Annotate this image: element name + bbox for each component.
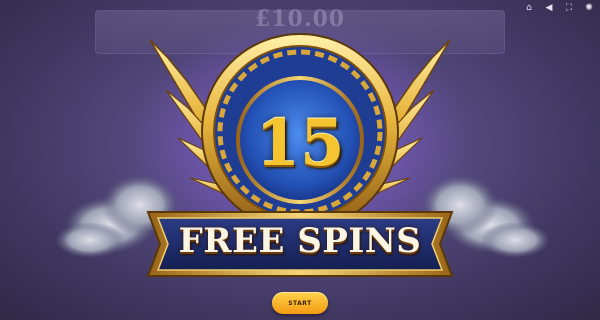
game-screen: £10.00 ⌂ ◀ ⛶ ✺ 15 FREE SPINS START <box>0 0 600 320</box>
free-spins-title: FREE SPINS <box>178 221 422 261</box>
spins-count: 15 <box>255 106 345 181</box>
start-button[interactable]: START <box>272 292 328 314</box>
